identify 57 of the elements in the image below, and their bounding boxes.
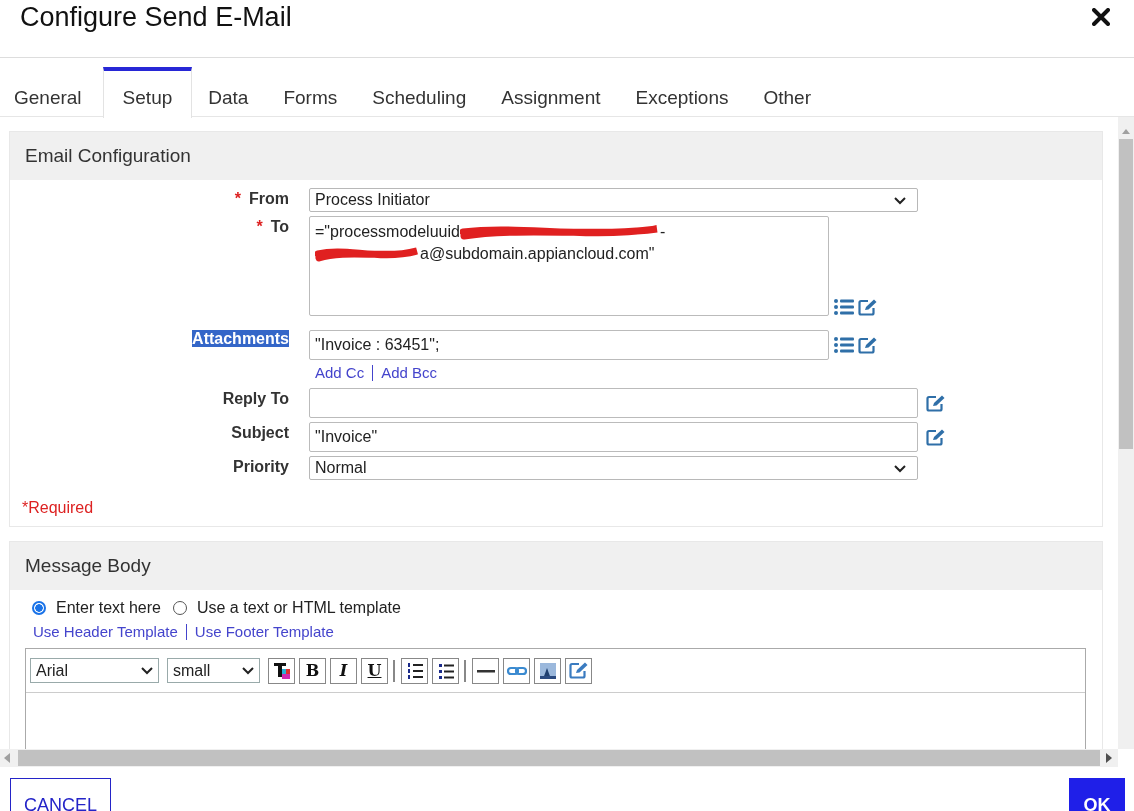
chevron-down-icon: [893, 463, 907, 473]
edit-icon[interactable]: [858, 336, 877, 354]
required-asterisk: *: [234, 190, 241, 207]
tab[interactable]: Forms: [269, 67, 357, 117]
chevron-down-icon: [241, 666, 255, 675]
tab[interactable]: Data: [194, 67, 268, 117]
tab[interactable]: Assignment: [487, 67, 620, 117]
list-icon[interactable]: [834, 336, 854, 354]
list-icon[interactable]: [834, 298, 854, 316]
chevron-down-icon: [140, 666, 154, 675]
format-button[interactable]: B: [299, 657, 326, 684]
tab[interactable]: Other: [749, 67, 831, 117]
field-label: From: [249, 190, 289, 207]
link[interactable]: Use Footer Template: [194, 623, 334, 640]
tab[interactable]: Setup: [102, 67, 193, 118]
text-field[interactable]: "Invoice": [309, 422, 918, 452]
field-label: Reply To: [222, 390, 289, 407]
dropdown[interactable]: Process Initiator: [309, 188, 918, 212]
field-text: -: [659, 222, 666, 242]
tab[interactable]: Exceptions: [621, 67, 748, 117]
radio-label: Enter text here: [56, 599, 161, 617]
section-header: Email Configuration: [10, 132, 1102, 180]
edit-icon[interactable]: [568, 660, 589, 681]
section-header: Message Body: [10, 542, 1102, 590]
format-button[interactable]: U: [361, 657, 388, 684]
field-text: ="processmodeluuid: [315, 222, 460, 242]
format-button[interactable]: I: [330, 657, 357, 684]
edit-icon[interactable]: [858, 298, 877, 316]
field-label: Subject: [231, 424, 289, 441]
dropdown[interactable]: Normal: [309, 456, 918, 480]
edit-icon[interactable]: [926, 428, 945, 446]
text-area[interactable]: ="processmodeluuid - a@subdomain.appiancloud.com": [309, 216, 829, 316]
dropdown[interactable]: Arial: [30, 658, 159, 683]
text-field[interactable]: [309, 388, 918, 418]
required-asterisk: *: [256, 218, 263, 235]
cancel-button[interactable]: CANCEL: [10, 778, 111, 811]
edit-icon[interactable]: [926, 394, 945, 412]
image-icon[interactable]: [537, 660, 558, 681]
dialog-title: Configure Send E-Mail: [20, 2, 292, 33]
dropdown[interactable]: small: [167, 658, 260, 683]
tab[interactable]: Scheduling: [358, 67, 486, 117]
close-icon[interactable]: [1092, 8, 1110, 26]
radio-label: Use a text or HTML template: [196, 599, 401, 617]
link[interactable]: Add Cc: [315, 364, 365, 381]
field-text: a@subdomain.appiancloud.com": [420, 244, 655, 264]
link[interactable]: Use Header Template: [33, 623, 178, 640]
field-label: Priority: [233, 458, 289, 475]
ok-button[interactable]: OK: [1069, 778, 1125, 811]
field-label: To: [270, 218, 289, 235]
link[interactable]: Add Bcc: [381, 364, 438, 381]
text-field[interactable]: "Invoice : 63451";: [309, 330, 829, 360]
text-color-icon[interactable]: [271, 660, 292, 681]
required-note: *Required: [21, 498, 95, 518]
tab[interactable]: General: [0, 67, 101, 117]
field-label: Attachments: [192, 330, 289, 347]
chevron-down-icon: [893, 195, 907, 205]
radio-button[interactable]: [32, 601, 46, 615]
